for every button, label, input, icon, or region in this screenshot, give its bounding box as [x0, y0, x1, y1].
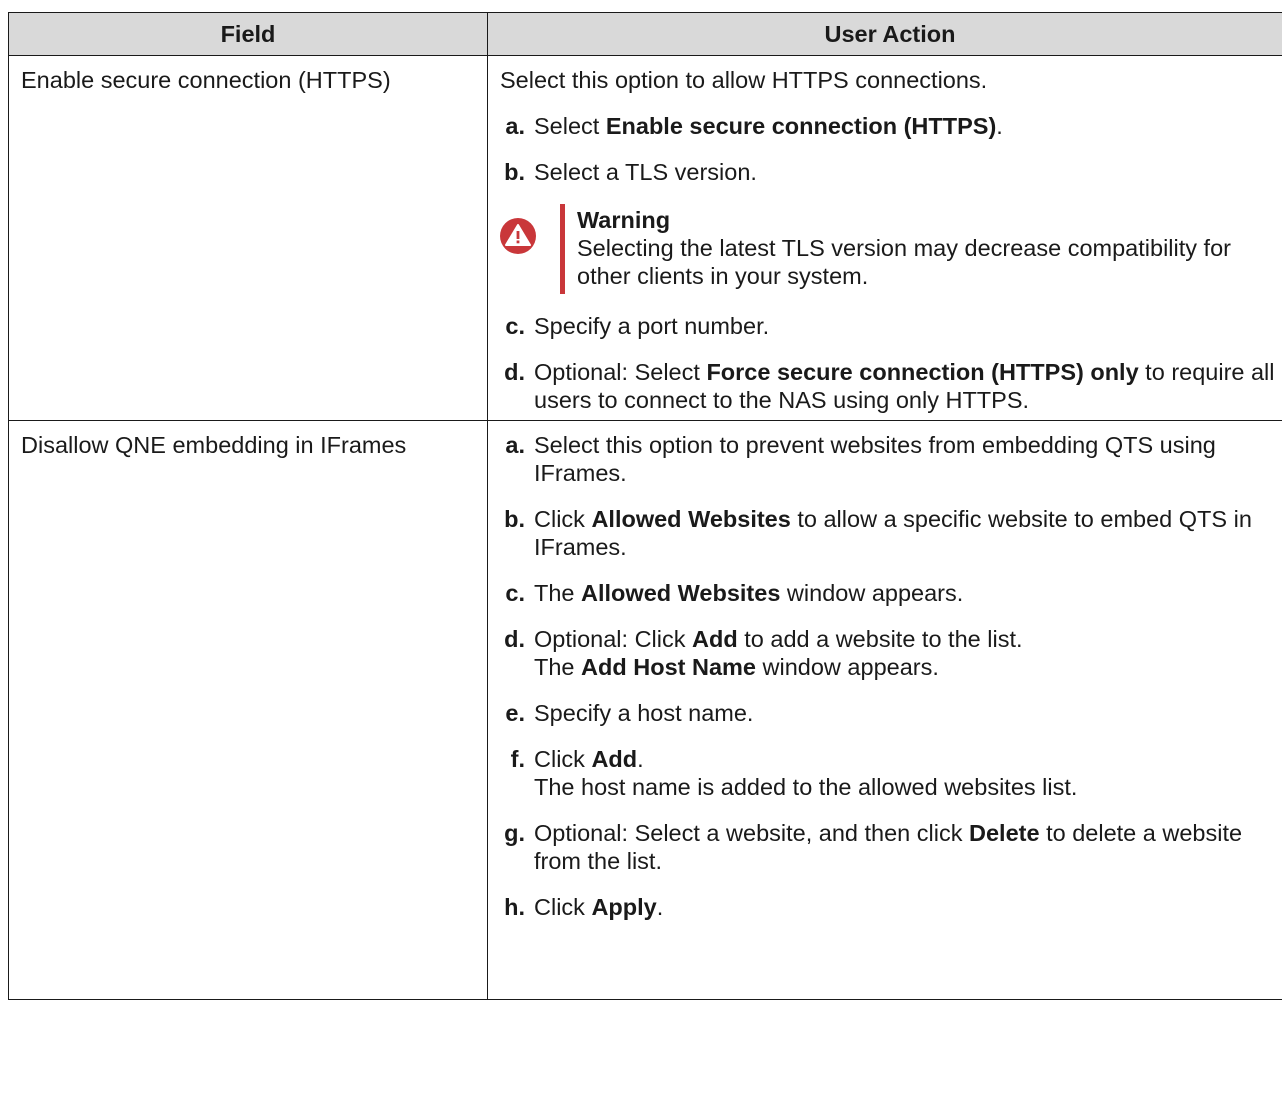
step-text: Optional: Click Add to add a website to … — [534, 626, 1023, 680]
header-user-action: User Action — [487, 12, 1282, 56]
step-label: f. — [510, 746, 525, 772]
step-item: e. Specify a host name. — [500, 699, 1280, 727]
step-item: d. Optional: Select Force secure connect… — [500, 358, 1280, 414]
step-item: b. Click Allowed Websites to allow a spe… — [500, 505, 1280, 561]
step-label: h. — [504, 894, 525, 920]
step-item: a. Select Enable secure connection (HTTP… — [500, 112, 1280, 140]
step-item: h. Click Apply. — [500, 893, 1280, 921]
intro-text: Select this option to allow HTTPS connec… — [500, 67, 988, 93]
step-label: d. — [504, 626, 525, 652]
warning-title: Warning — [577, 207, 671, 233]
warning-bar — [560, 204, 565, 294]
user-action-cell: Select this option to allow HTTPS connec… — [487, 55, 1282, 421]
step-item: a. Select this option to prevent website… — [500, 431, 1280, 487]
step-item: b. Select a TLS version. — [500, 158, 1280, 186]
step-item: f. Click Add. The host name is added to t… — [500, 745, 1280, 801]
step-text: The Allowed Websites window appears. — [534, 580, 964, 606]
step-item: d. Optional: Click Add to add a website … — [500, 625, 1280, 681]
step-text: Select this option to prevent websites f… — [534, 432, 1216, 486]
step-label: e. — [505, 700, 525, 726]
warning-callout: Warning Selecting the latest TLS version… — [500, 204, 1280, 294]
step-text: Optional: Select a website, and then cli… — [534, 820, 1243, 874]
step-item: c. Specify a port number. — [500, 312, 1280, 340]
step-label: g. — [504, 820, 525, 846]
step-item: c. The Allowed Websites window appears. — [500, 579, 1280, 607]
step-text: Click Add. The host name is added to the … — [534, 746, 1078, 800]
table-row: Disallow QNE embedding in IFrames a. Sel… — [8, 420, 1282, 1000]
warning-triangle-icon — [500, 218, 536, 254]
step-item: g. Optional: Select a website, and then … — [500, 819, 1280, 875]
table-header-row: Field User Action — [8, 12, 1282, 56]
field-cell: Disallow QNE embedding in IFrames — [8, 420, 488, 1000]
field-cell: Enable secure connection (HTTPS) — [8, 55, 488, 421]
table-row: Enable secure connection (HTTPS) Select … — [8, 55, 1282, 421]
header-field: Field — [8, 12, 488, 56]
step-label: b. — [504, 506, 525, 532]
step-label: a. — [505, 113, 525, 139]
step-label: c. — [505, 313, 525, 339]
user-action-cell: a. Select this option to prevent website… — [487, 420, 1282, 1000]
step-label: d. — [504, 359, 525, 385]
settings-table: Field User Action Enable secure connecti… — [8, 12, 1282, 1000]
step-text: Select Enable secure connection (HTTPS). — [534, 113, 1003, 139]
step-label: c. — [505, 580, 525, 606]
step-text: Click Apply. — [534, 894, 664, 920]
step-text: Click Allowed Websites to allow a specif… — [534, 506, 1252, 560]
step-label: b. — [504, 159, 525, 185]
warning-text: Selecting the latest TLS version may dec… — [577, 235, 1231, 289]
step-text: Optional: Select Force secure connection… — [534, 359, 1275, 413]
step-label: a. — [505, 432, 525, 458]
step-text: Specify a port number. — [534, 313, 770, 339]
step-text: Specify a host name. — [534, 700, 754, 726]
step-text: Select a TLS version. — [534, 159, 757, 185]
